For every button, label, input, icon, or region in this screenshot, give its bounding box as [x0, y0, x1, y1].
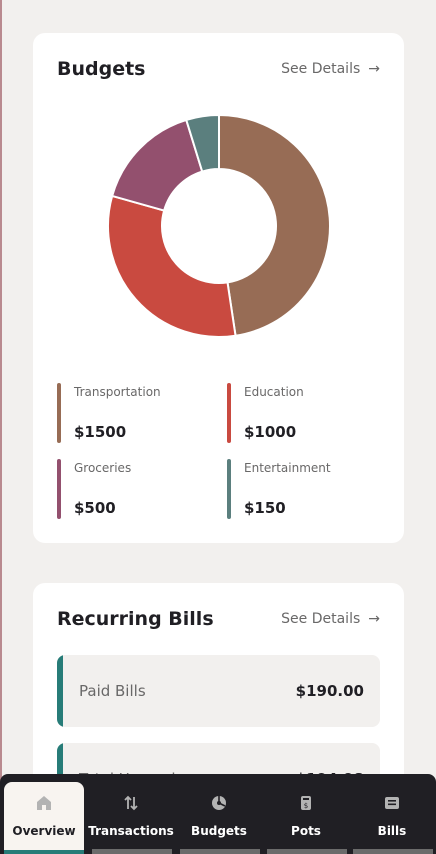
recurring-bills-title: Recurring Bills	[57, 608, 214, 630]
arrow-right-icon: →	[368, 61, 380, 77]
nav-divider	[180, 849, 260, 854]
legend-label: Transportation	[74, 385, 161, 399]
legend-item-entertainment: Entertainment $150	[227, 459, 377, 521]
nav-item-bills[interactable]: Bills	[352, 782, 432, 854]
nav-label: Overview	[12, 824, 76, 838]
nav-divider	[267, 849, 347, 854]
bill-row-paid: Paid Bills $190.00	[57, 655, 380, 727]
legend-value: $1500	[74, 423, 127, 441]
pie-chart-icon	[212, 796, 226, 810]
legend-value: $150	[244, 499, 286, 517]
see-details-label: See Details	[281, 61, 361, 77]
svg-text:$: $	[304, 802, 308, 810]
legend-color-bar	[227, 459, 231, 519]
budgets-title: Budgets	[57, 58, 146, 80]
nav-item-transactions[interactable]: Transactions	[88, 782, 174, 854]
home-icon	[37, 796, 51, 810]
legend-value: $500	[74, 499, 116, 517]
nav-label: Bills	[377, 824, 407, 838]
bottom-nav: Overview Transactions Budgets $ Pots Bil…	[0, 774, 436, 854]
nav-label: Transactions	[88, 824, 174, 838]
legend-color-bar	[57, 383, 61, 443]
jar-icon: $	[301, 796, 311, 810]
legend-label: Entertainment	[244, 461, 331, 475]
bill-value: $190.00	[295, 682, 364, 700]
arrow-right-icon: →	[368, 611, 380, 627]
legend-label: Education	[244, 385, 304, 399]
nav-divider	[92, 849, 172, 854]
window-edge	[0, 0, 2, 854]
budgets-donut-chart	[107, 113, 331, 338]
legend-item-groceries: Groceries $500	[57, 459, 207, 521]
legend-label: Groceries	[74, 461, 132, 475]
legend-color-bar	[227, 383, 231, 443]
bill-label: Paid Bills	[79, 682, 146, 700]
receipt-icon	[385, 797, 399, 809]
donut-slice-transportation	[218, 113, 331, 337]
see-details-label: See Details	[281, 611, 361, 627]
budgets-see-details-link[interactable]: See Details →	[281, 61, 380, 77]
legend-item-transportation: Transportation $1500	[57, 383, 207, 445]
legend-value: $1000	[244, 423, 297, 441]
legend-color-bar	[57, 459, 61, 519]
arrows-up-down-icon	[124, 795, 138, 811]
donut-slice-groceries	[110, 118, 204, 212]
legend-item-education: Education $1000	[227, 383, 377, 445]
nav-label: Pots	[291, 824, 321, 838]
bill-accent-bar	[57, 655, 63, 727]
nav-item-overview[interactable]: Overview	[4, 782, 84, 854]
nav-label: Budgets	[191, 824, 247, 838]
nav-divider	[353, 849, 433, 854]
donut-slice-education	[107, 194, 237, 338]
budgets-card: Budgets See Details → Transportation $15…	[33, 33, 404, 543]
nav-item-pots[interactable]: $ Pots	[266, 782, 346, 854]
bills-see-details-link[interactable]: See Details →	[281, 611, 380, 627]
nav-item-budgets[interactable]: Budgets	[179, 782, 259, 854]
